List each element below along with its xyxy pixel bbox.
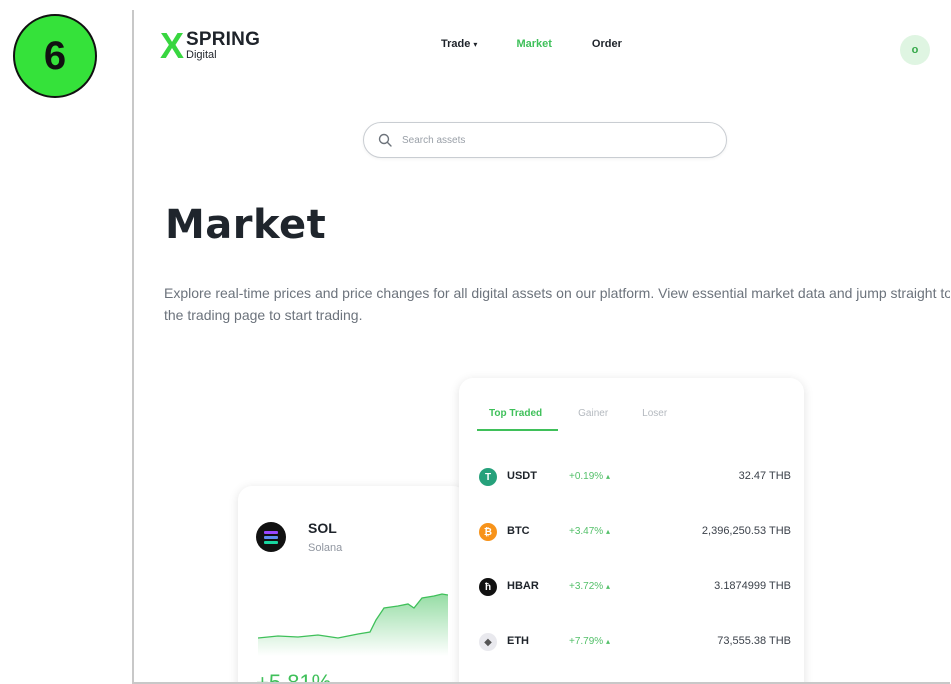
main-menu: Trade ▾ Market Order — [441, 38, 622, 50]
market-list-panel: Top Traded Gainer Loser T USDT +0.19% ▴ … — [459, 378, 804, 682]
asset-price: 32.47 THB — [738, 470, 791, 482]
search-input[interactable] — [400, 133, 684, 147]
top-navigation: X SPRING Digital Trade ▾ Market Order o — [134, 10, 950, 80]
arrow-up-icon: ▴ — [605, 637, 610, 646]
brand-logo[interactable]: X SPRING Digital — [160, 25, 261, 66]
chevron-down-icon: ▾ — [473, 40, 478, 49]
featured-asset-name: Solana — [308, 542, 343, 554]
hbar-icon: ħ — [479, 578, 497, 596]
search-icon — [378, 133, 392, 147]
asset-change: +3.72% ▴ — [569, 581, 610, 592]
logo-name: SPRING — [186, 29, 261, 50]
eth-icon: ◆ — [479, 633, 497, 651]
arrow-up-icon: ▴ — [605, 582, 610, 591]
asset-change: +0.19% ▴ — [569, 471, 610, 482]
asset-price: 73,555.38 THB — [717, 635, 791, 647]
search-bar[interactable] — [363, 122, 727, 158]
featured-price-sparkline — [258, 593, 448, 656]
user-avatar[interactable]: o — [900, 35, 930, 65]
tab-top-traded[interactable]: Top Traded — [477, 408, 559, 431]
featured-asset-card[interactable]: SOL Solana +5.81% — [238, 486, 467, 684]
asset-symbol: USDT — [507, 470, 537, 482]
featured-asset-change: +5.81% — [256, 670, 332, 684]
arrow-up-icon: ▴ — [605, 527, 610, 536]
btc-icon: ₿ — [479, 523, 497, 541]
nav-trade-dropdown[interactable]: Trade ▾ — [441, 38, 477, 50]
asset-row[interactable]: ħ HBAR +3.72% ▴ 3.1874999 THB — [479, 578, 791, 633]
asset-list: T USDT +0.19% ▴ 32.47 THB ₿ BTC +3.47% ▴… — [479, 468, 791, 682]
logo-x-mark: X — [160, 25, 185, 66]
arrow-up-icon: ▴ — [605, 472, 610, 481]
nav-order[interactable]: Order — [592, 38, 622, 50]
asset-price: 3.1874999 THB — [714, 580, 791, 592]
market-tabs: Top Traded Gainer Loser — [477, 408, 667, 431]
asset-symbol: BTC — [507, 525, 530, 537]
asset-symbol: HBAR — [507, 580, 539, 592]
solana-icon — [256, 522, 286, 552]
asset-change: +7.79% ▴ — [569, 636, 610, 647]
tab-loser[interactable]: Loser — [642, 408, 667, 431]
usdt-icon: T — [479, 468, 497, 486]
asset-price: 2,396,250.53 THB — [701, 525, 791, 537]
asset-change: +3.47% ▴ — [569, 526, 610, 537]
asset-symbol: ETH — [507, 635, 529, 647]
page-description: Explore real-time prices and price chang… — [164, 285, 950, 323]
nav-market[interactable]: Market — [516, 38, 551, 50]
asset-row[interactable]: ◆ ETH +7.79% ▴ 73,555.38 THB — [479, 633, 791, 682]
asset-row[interactable]: T USDT +0.19% ▴ 32.47 THB — [479, 468, 791, 523]
page-title: Market — [165, 202, 327, 248]
step-number-badge: 6 — [13, 14, 97, 98]
asset-row[interactable]: ₿ BTC +3.47% ▴ 2,396,250.53 THB — [479, 523, 791, 578]
featured-asset-symbol: SOL — [308, 520, 337, 536]
tab-gainer[interactable]: Gainer — [578, 408, 608, 431]
logo-subtitle: Digital — [186, 49, 217, 61]
browser-page: X SPRING Digital Trade ▾ Market Order o … — [132, 10, 950, 684]
